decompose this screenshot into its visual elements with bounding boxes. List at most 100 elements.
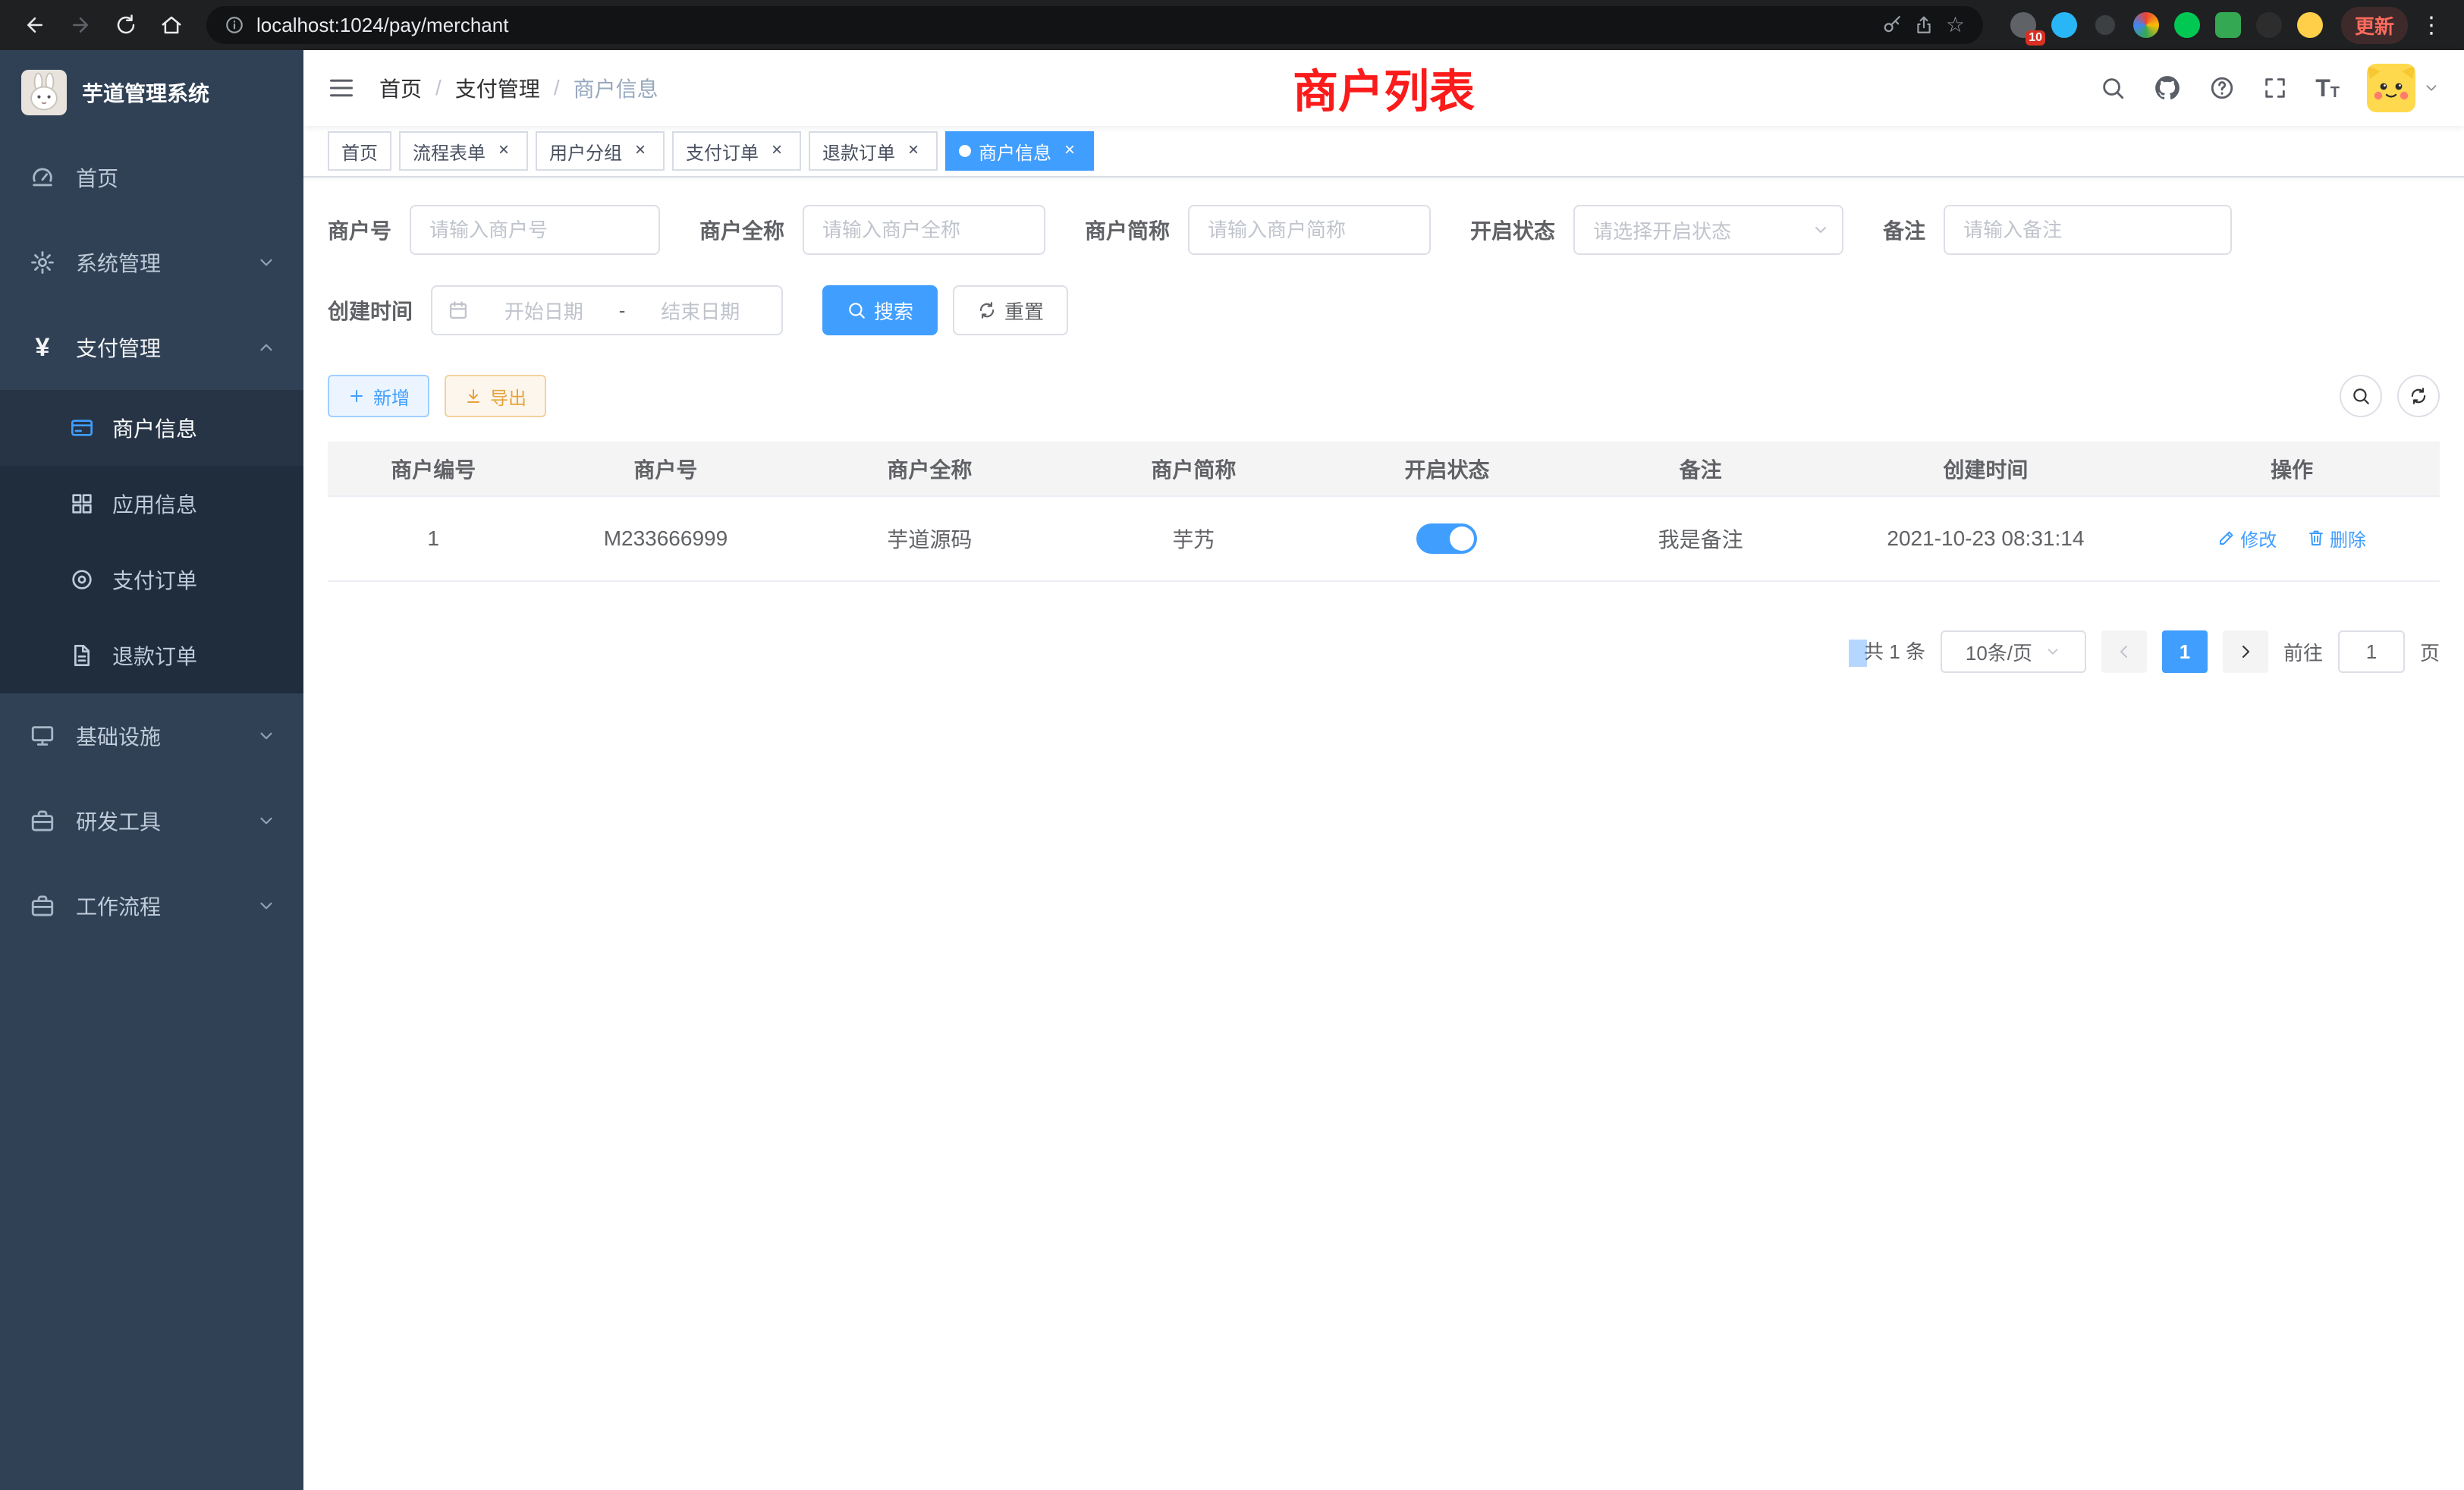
extension-icon[interactable]: [2133, 12, 2159, 38]
dashboard-icon: [27, 165, 58, 190]
tab-close-icon[interactable]: ×: [630, 140, 651, 162]
tab-user-group[interactable]: 用户分组 ×: [536, 131, 665, 171]
browser-menu-icon[interactable]: ⋮: [2414, 12, 2449, 39]
share-icon[interactable]: [1914, 15, 1934, 35]
plus-icon: [347, 387, 366, 405]
reload-icon[interactable]: [106, 5, 146, 45]
chevron-right-icon: [2236, 643, 2255, 661]
sidebar-item-merchant-info[interactable]: 商户信息: [0, 390, 303, 466]
tab-close-icon[interactable]: ×: [766, 140, 787, 162]
chevron-up-icon: [256, 338, 276, 357]
tab-process-form[interactable]: 流程表单 ×: [399, 131, 528, 171]
chevron-down-icon: [2044, 643, 2061, 660]
extensions-area: 10: [2010, 12, 2323, 38]
fullscreen-icon[interactable]: [2262, 75, 2288, 101]
tab-merchant-info[interactable]: 商户信息 ×: [945, 131, 1094, 171]
refresh-table-button[interactable]: [2397, 375, 2440, 417]
extension-icon[interactable]: [2174, 12, 2200, 38]
sidebar-item-infrastructure[interactable]: 基础设施: [0, 693, 303, 778]
breadcrumb-home[interactable]: 首页: [379, 73, 422, 103]
extension-icon[interactable]: [2256, 12, 2282, 38]
back-icon[interactable]: [15, 5, 55, 45]
merchant-short-name-input[interactable]: [1188, 205, 1431, 255]
search-icon[interactable]: [2100, 75, 2126, 101]
filter-row-2: 创建时间 开始日期 - 结束日期 搜索 重置: [328, 285, 2440, 335]
browser-toolbar: localhost:1024/pay/merchant ☆ 10 更新 ⋮: [0, 0, 2464, 50]
delete-link[interactable]: 删除: [2307, 525, 2366, 552]
tab-refund-order[interactable]: 退款订单 ×: [809, 131, 938, 171]
credit-card-icon: [67, 416, 97, 440]
add-button[interactable]: 新增: [328, 375, 429, 417]
gear-icon: [27, 250, 58, 275]
extension-icon[interactable]: [2051, 12, 2077, 38]
status-label: 开启状态: [1470, 215, 1555, 245]
page-size-select[interactable]: 10条/页: [1941, 630, 2086, 673]
sidebar-item-payment[interactable]: ¥ 支付管理: [0, 305, 303, 390]
app-navbar: 首页 / 支付管理 / 商户信息 商户列表 TT: [303, 50, 2464, 126]
search-icon: [2351, 386, 2371, 406]
chevron-down-icon: [256, 896, 276, 916]
app-title: 芋道管理系统: [82, 77, 209, 108]
sidebar-item-pay-order[interactable]: 支付订单: [0, 542, 303, 618]
home-icon[interactable]: [152, 5, 191, 45]
cell-merchant-name: 芋道源码: [792, 496, 1067, 581]
export-button[interactable]: 导出: [445, 375, 546, 417]
sidebar-item-label: 首页: [76, 162, 118, 193]
breadcrumb-payment[interactable]: 支付管理: [455, 73, 540, 103]
extension-icon[interactable]: 10: [2010, 12, 2036, 38]
tab-home[interactable]: 首页: [328, 131, 391, 171]
tab-close-icon[interactable]: ×: [903, 140, 924, 162]
remark-input[interactable]: [1944, 205, 2232, 255]
extension-icon[interactable]: [2297, 12, 2323, 38]
prev-page-button[interactable]: [2101, 630, 2147, 673]
column-header: 备注: [1574, 442, 1828, 496]
site-info-icon[interactable]: [225, 15, 244, 35]
status-toggle[interactable]: [1416, 523, 1477, 554]
sidebar-item-home[interactable]: 首页: [0, 135, 303, 220]
url-bar[interactable]: localhost:1024/pay/merchant ☆: [206, 6, 1983, 44]
browser-update-button[interactable]: 更新: [2341, 7, 2408, 44]
user-avatar[interactable]: [2367, 64, 2440, 112]
extension-icon[interactable]: [2092, 12, 2118, 38]
extension-icon[interactable]: [2215, 12, 2241, 38]
font-size-icon[interactable]: TT: [2315, 76, 2340, 100]
trash-icon: [2307, 529, 2325, 547]
search-button[interactable]: 搜索: [822, 285, 938, 335]
sidebar-item-app-info[interactable]: 应用信息: [0, 466, 303, 542]
next-page-button[interactable]: [2223, 630, 2268, 673]
tab-close-icon[interactable]: ×: [493, 140, 514, 162]
reset-button[interactable]: 重置: [953, 285, 1068, 335]
create-time-range-picker[interactable]: 开始日期 - 结束日期: [431, 285, 783, 335]
app-logo[interactable]: 芋道管理系统: [0, 50, 303, 135]
edit-link[interactable]: 修改: [2217, 525, 2277, 552]
tags-view: 首页 流程表单 × 用户分组 × 支付订单 × 退款订单 × 商户信息 ×: [303, 126, 2464, 178]
table-row: 1 M233666999 芋道源码 芋艿 我是备注 2021-10-23 08:…: [328, 496, 2440, 581]
toggle-search-button[interactable]: [2340, 375, 2382, 417]
page-number-1[interactable]: 1: [2162, 630, 2208, 673]
goto-page-input[interactable]: [2338, 630, 2405, 673]
merchant-no-label: 商户号: [328, 215, 391, 245]
sidebar-item-refund-order[interactable]: 退款订单: [0, 618, 303, 693]
merchant-no-input[interactable]: [410, 205, 660, 255]
navbar-actions: TT: [2100, 64, 2440, 112]
github-icon[interactable]: [2153, 74, 2182, 102]
sidebar-item-system[interactable]: 系统管理: [0, 220, 303, 305]
tab-pay-order[interactable]: 支付订单 ×: [672, 131, 801, 171]
help-icon[interactable]: [2209, 75, 2235, 101]
target-icon: [67, 567, 97, 592]
sidebar-item-label: 退款订单: [112, 640, 197, 671]
bookmark-star-icon[interactable]: ☆: [1946, 14, 1965, 36]
sidebar: 芋道管理系统 首页 系统管理 ¥ 支付管理 商户信息 应用信息: [0, 50, 303, 1490]
forward-icon[interactable]: [61, 5, 100, 45]
tab-close-icon[interactable]: ×: [1059, 140, 1080, 162]
merchant-table: 商户编号 商户号 商户全称 商户简称 开启状态 备注 创建时间 操作 1 M23…: [328, 442, 2440, 582]
sidebar-item-label: 系统管理: [76, 247, 161, 278]
sidebar-item-workflow[interactable]: 工作流程: [0, 863, 303, 948]
password-key-icon[interactable]: [1882, 15, 1902, 35]
status-select[interactable]: 请选择开启状态: [1573, 205, 1843, 255]
merchant-name-input[interactable]: [803, 205, 1045, 255]
hamburger-icon[interactable]: [328, 74, 355, 102]
sidebar-item-dev-tools[interactable]: 研发工具: [0, 778, 303, 863]
goto-suffix-label: 页: [2420, 638, 2440, 666]
end-date-placeholder: 结束日期: [634, 297, 766, 325]
